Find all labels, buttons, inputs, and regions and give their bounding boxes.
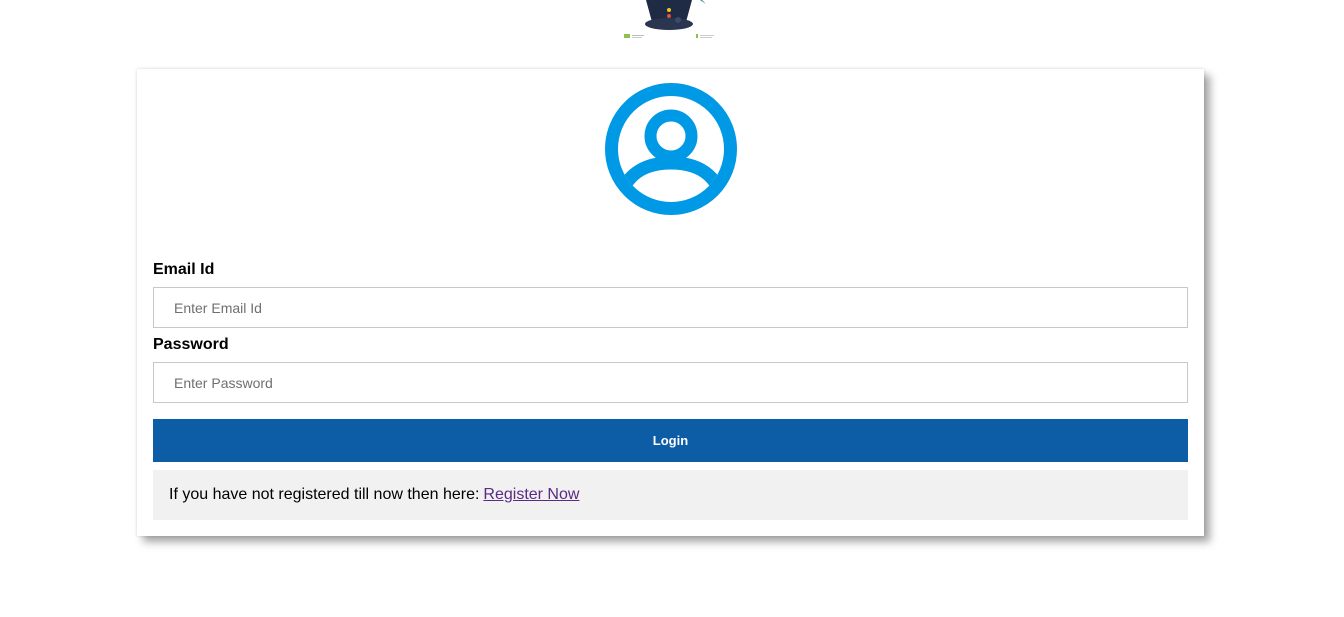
user-circle-icon (605, 83, 737, 215)
register-prompt-box: If you have not registered till now then… (153, 470, 1188, 520)
password-input[interactable] (153, 362, 1188, 403)
register-prompt-text: If you have not registered till now then… (169, 486, 480, 503)
login-card: Email Id Password Login If you have not … (137, 69, 1204, 536)
mascot-logo-icon (624, 0, 714, 38)
register-now-link[interactable]: Register Now (483, 486, 579, 504)
email-input[interactable] (153, 287, 1188, 328)
login-button[interactable]: Login (153, 419, 1188, 462)
password-label: Password (153, 336, 229, 353)
email-label: Email Id (153, 261, 215, 278)
user-avatar (603, 81, 739, 217)
top-banner-logo (616, 0, 722, 42)
